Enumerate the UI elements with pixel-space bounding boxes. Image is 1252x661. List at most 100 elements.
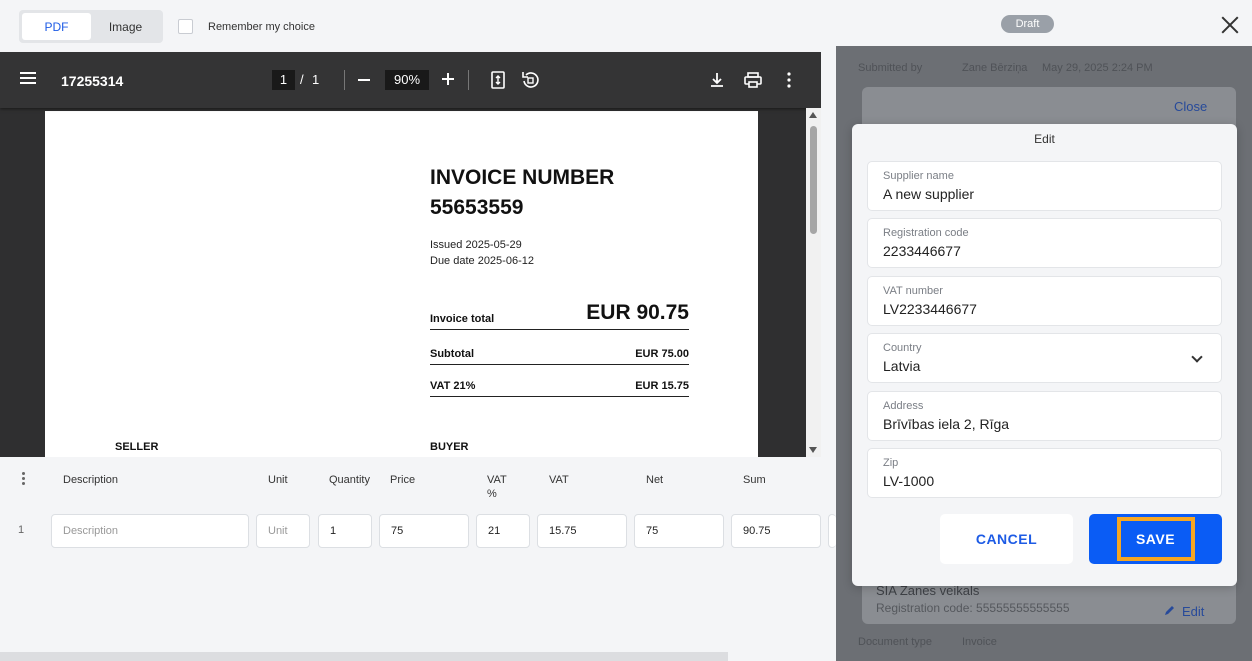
vat-number-label: VAT number: [883, 285, 943, 297]
vat-percent-input[interactable]: 21: [476, 514, 530, 548]
document-type-value: Invoice: [962, 636, 997, 648]
menu-icon[interactable]: [20, 72, 36, 88]
page-number-input[interactable]: 1: [272, 70, 295, 90]
col-vat-percent: VAT %: [487, 473, 507, 501]
subtotal-label: Subtotal: [430, 348, 474, 360]
document-name: 17255314: [61, 73, 124, 89]
submitted-date: May 29, 2025 2:24 PM: [1042, 62, 1153, 74]
country-value[interactable]: Latvia: [883, 355, 1206, 377]
zoom-in-icon[interactable]: [442, 73, 454, 85]
toolbar-divider: [468, 70, 469, 90]
edit-link-label: Edit: [1182, 604, 1205, 619]
remember-choice[interactable]: Remember my choice: [178, 19, 315, 34]
supplier-edit-link[interactable]: Edit: [1164, 604, 1204, 619]
page-separator: /: [300, 72, 304, 87]
row-options-icon[interactable]: [22, 472, 25, 487]
status-badge: Draft: [1001, 15, 1054, 33]
close-icon[interactable]: [1221, 16, 1239, 34]
vat-number-field[interactable]: VAT number LV2233446677: [867, 276, 1222, 326]
pdf-toolbar: 17255314 1 / 1 90%: [0, 52, 821, 108]
vat-input[interactable]: 15.75: [537, 514, 627, 548]
registration-code-value[interactable]: 2233446677: [883, 240, 1206, 262]
sum-input[interactable]: 90.75: [731, 514, 821, 548]
pdf-vertical-scrollbar[interactable]: [806, 108, 821, 457]
col-price: Price: [390, 474, 416, 486]
description-input[interactable]: Description: [51, 514, 249, 548]
price-input[interactable]: 75: [379, 514, 469, 548]
invoice-total-row: Invoice total EUR 90.75: [430, 301, 689, 330]
toolbar-divider: [344, 70, 345, 90]
quantity-input[interactable]: 1: [318, 514, 372, 548]
horizontal-scrollbar-thumb[interactable]: [0, 652, 728, 661]
seller-heading: SELLER: [115, 441, 159, 453]
unit-input[interactable]: Unit: [256, 514, 310, 548]
zip-value[interactable]: LV-1000: [883, 470, 1206, 492]
supplier-name-label: Supplier name: [883, 170, 954, 182]
zip-field[interactable]: Zip LV-1000: [867, 448, 1222, 498]
remember-choice-checkbox[interactable]: [178, 19, 193, 34]
pencil-icon: [1164, 604, 1176, 619]
vat-number-value[interactable]: LV2233446677: [883, 298, 1206, 320]
save-button-label: SAVE: [1116, 517, 1195, 561]
edit-supplier-modal: Edit Supplier name A new supplier Regist…: [852, 124, 1237, 586]
document-type-label: Document type: [858, 636, 932, 648]
subtotal-row: Subtotal EUR 75.00: [430, 348, 689, 365]
supplier-close-link[interactable]: Close: [1174, 99, 1207, 114]
rotate-icon[interactable]: [520, 70, 540, 90]
issued-date: Issued 2025-05-29: [430, 239, 522, 251]
zoom-out-icon[interactable]: [358, 79, 370, 81]
supplier-name-field[interactable]: Supplier name A new supplier: [867, 161, 1222, 211]
more-options-icon[interactable]: [779, 70, 799, 90]
col-sum: Sum: [743, 474, 766, 486]
remember-choice-label: Remember my choice: [208, 20, 315, 33]
download-icon[interactable]: [707, 70, 727, 90]
panel-header: Draft: [836, 0, 1252, 46]
invoice-title-label: INVOICE NUMBER: [430, 166, 615, 189]
vat-value: EUR 15.75: [635, 380, 689, 392]
col-description: Description: [63, 474, 119, 486]
col-unit: Unit: [268, 474, 288, 486]
scroll-down-icon[interactable]: [809, 447, 817, 453]
invoice-total-value: EUR 90.75: [586, 301, 689, 324]
invoice-total-label: Invoice total: [430, 313, 495, 325]
pdf-page: INVOICE NUMBER 55653559 Issued 2025-05-2…: [45, 111, 758, 457]
scrollbar-thumb[interactable]: [810, 126, 817, 234]
invoice-lines-table: Description Unit Quantity Price VAT % VA…: [0, 457, 836, 661]
horizontal-scrollbar[interactable]: [0, 650, 836, 661]
col-quantity: Quantity: [329, 474, 370, 486]
save-button[interactable]: SAVE: [1089, 514, 1222, 564]
pdf-viewer: INVOICE NUMBER 55653559 Issued 2025-05-2…: [0, 52, 821, 457]
country-label: Country: [883, 342, 922, 354]
address-label: Address: [883, 400, 924, 412]
registration-code-label: Registration code: [883, 227, 969, 239]
invoice-title: INVOICE NUMBER 55653559: [430, 163, 614, 223]
buyer-heading: BUYER: [430, 441, 469, 453]
cancel-button[interactable]: CANCEL: [940, 514, 1073, 564]
col-vat-percent-line2: %: [487, 488, 497, 500]
due-date: Due date 2025-06-12: [430, 255, 534, 267]
col-vat-percent-line1: VAT: [487, 474, 507, 486]
supplier-registration-bg: Registration code: 55555555555555: [876, 601, 1070, 615]
subtotal-value: EUR 75.00: [635, 348, 689, 360]
address-value[interactable]: Brīvības iela 2, Rīga: [883, 413, 1206, 435]
invoice-dates: Issued 2025-05-29 Due date 2025-06-12: [430, 237, 534, 269]
zoom-level[interactable]: 90%: [385, 70, 429, 90]
registration-code-field[interactable]: Registration code 2233446677: [867, 218, 1222, 268]
vat-label: VAT 21%: [430, 380, 476, 392]
supplier-name-value[interactable]: A new supplier: [883, 183, 1206, 205]
submitted-by-value: Zane Bērziņa: [962, 62, 1028, 74]
scroll-up-icon[interactable]: [809, 112, 817, 118]
pdf-toggle-button[interactable]: PDF: [22, 13, 91, 40]
view-toggle: PDF Image: [19, 10, 163, 43]
modal-title: Edit: [1034, 132, 1055, 146]
submitted-by-label: Submitted by: [858, 62, 923, 74]
fit-page-icon[interactable]: [488, 70, 508, 90]
vat-row: VAT 21% EUR 15.75: [430, 380, 689, 397]
country-select[interactable]: Country Latvia: [867, 333, 1222, 383]
net-input[interactable]: 75: [634, 514, 724, 548]
print-icon[interactable]: [743, 70, 763, 90]
address-field[interactable]: Address Brīvības iela 2, Rīga: [867, 391, 1222, 441]
total-pages: 1: [312, 72, 320, 87]
image-toggle-button[interactable]: Image: [91, 13, 160, 40]
next-cell-edge[interactable]: [828, 514, 836, 548]
